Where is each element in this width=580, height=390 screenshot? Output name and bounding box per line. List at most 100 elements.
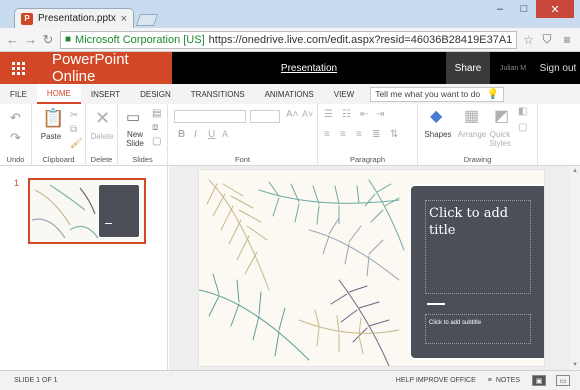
copy-icon[interactable]: ⧉ [70,124,77,135]
paste-icon[interactable]: 📋 [42,108,64,129]
italic-icon[interactable]: I [194,129,197,140]
reload-icon[interactable]: ↻ [42,32,54,48]
font-group-label: Font [234,155,250,164]
arrange-icon[interactable]: ▦ [464,106,479,126]
grow-font-icon[interactable]: A˄ [286,109,299,120]
powerpoint-icon: P [21,12,33,25]
font-color-icon[interactable]: A [222,129,228,139]
vertical-scrollbar[interactable]: ▲ ▼ [570,166,580,370]
cut-icon[interactable]: ✂ [70,110,78,121]
ribbon: ↶ ↷ Undo 📋 Paste ✂ ⧉ 🖌 Clipboard ✕ Delet… [0,104,580,166]
window-controls: – □ ✕ [488,0,574,18]
new-slide-icon[interactable]: ▭ [126,108,140,126]
align-center-icon[interactable]: ≡ [340,129,346,140]
tab-home[interactable]: HOME [36,84,81,104]
text-direction-icon[interactable]: ⇅ [390,129,398,140]
delete-icon[interactable]: ✕ [95,108,110,129]
bookmark-star-icon[interactable]: ☆ [523,33,534,47]
maximize-icon[interactable]: □ [512,0,536,18]
duplicate-icon[interactable]: ⧈ [152,122,158,133]
subtitle-placeholder[interactable]: Click to add subtitle [425,314,531,344]
minimize-icon[interactable]: – [488,0,512,18]
slide-thumbnail[interactable] [28,178,146,244]
new-slide-button[interactable]: New Slide [120,130,150,148]
lock-icon: ■ [65,34,72,45]
app-launcher-icon[interactable] [0,52,36,84]
font-group: A˄ A˅ B I U A Font [168,104,318,166]
normal-view-icon[interactable]: ▣ [532,375,546,386]
tab-insert[interactable]: INSERT [81,84,130,104]
format-painter-icon[interactable]: 🖌 [70,138,83,149]
help-improve-office-link[interactable]: HELP IMPROVE OFFICE [396,377,476,384]
numbering-icon[interactable]: ☷ [342,109,351,120]
share-button[interactable]: Share [446,52,490,84]
title-placeholder[interactable]: Click to add title [425,200,531,294]
slide-number: 1 [14,178,20,188]
url-input[interactable]: ■ Microsoft Corporation [US] https://one… [60,30,518,49]
browser-tab[interactable]: P Presentation.pptx - Micro × [14,8,134,28]
hide-slide-icon[interactable]: ▢ [152,136,161,147]
redo-icon[interactable]: ↷ [10,130,21,146]
new-tab-button[interactable] [135,14,159,26]
close-tab-icon[interactable]: × [121,13,127,25]
reading-view-icon[interactable]: ▭ [556,375,570,386]
close-window-icon[interactable]: ✕ [536,0,574,18]
paste-button[interactable]: Paste [36,132,66,141]
slide-count: SLIDE 1 OF 1 [14,377,58,384]
font-size-select[interactable] [250,110,280,123]
drawing-group-label: Drawing [463,155,492,164]
certificate-owner: Microsoft Corporation [US] [75,33,205,46]
title-panel: Click to add title Click to add subtitle [409,184,544,360]
user-name[interactable]: Julian M [490,65,536,72]
menu-icon[interactable]: ≡ [560,33,574,47]
shapes-button[interactable]: Shapes [420,130,456,139]
layout-icon[interactable]: ▤ [152,108,161,119]
font-family-select[interactable] [174,110,246,123]
app-name[interactable]: PowerPoint Online [36,51,172,85]
scroll-down-icon[interactable]: ▼ [572,362,578,368]
slides-group: ▭ New Slide ▤ ⧈ ▢ Slides [118,104,168,166]
tab-view[interactable]: VIEW [324,84,364,104]
document-name[interactable]: Presentation [172,63,446,74]
back-icon[interactable]: ← [6,32,19,47]
shape-fill-icon[interactable]: ◧ [518,106,527,117]
paragraph-group-label: Paragraph [349,155,386,164]
scroll-up-icon[interactable]: ▲ [572,168,578,174]
quick-styles-button[interactable]: Quick Styles [488,130,512,148]
notes-button[interactable]: NOTES [496,377,520,384]
thumbnail-title-panel [98,184,140,238]
office-header: PowerPoint Online Presentation Share Jul… [0,51,580,85]
decrease-indent-icon[interactable]: ⇤ [360,109,368,120]
undo-group: ↶ ↷ Undo [0,104,32,166]
tab-animations[interactable]: ANIMATIONS [255,84,324,104]
sign-out-link[interactable]: Sign out [536,63,580,74]
forward-icon[interactable]: → [24,32,37,47]
bullets-icon[interactable]: ☰ [324,109,333,120]
delete-group-label: Delete [90,155,113,164]
shield-icon[interactable]: ⛉ [540,32,554,47]
undo-icon[interactable]: ↶ [10,110,21,126]
quick-styles-icon[interactable]: ◩ [494,106,509,126]
tab-file[interactable]: FILE [0,84,37,104]
shapes-icon[interactable]: ◆ [430,106,442,126]
tell-me-search[interactable]: Tell me what you want to do 💡 [370,86,505,102]
shape-outline-icon[interactable]: ▢ [518,122,527,133]
increase-indent-icon[interactable]: ⇥ [376,109,384,120]
align-left-icon[interactable]: ≡ [324,129,330,140]
align-right-icon[interactable]: ≡ [356,129,362,140]
tab-transitions[interactable]: TRANSITIONS [181,84,255,104]
slides-group-label: Slides [132,155,153,164]
bold-icon[interactable]: B [178,129,185,140]
delete-button[interactable]: Delete [86,132,118,141]
slide-canvas: Click to add title Click to add subtitle… [169,166,580,370]
tab-title: Presentation.pptx - Micro [38,13,116,24]
tab-design[interactable]: DESIGN [130,84,181,104]
underline-icon[interactable]: U [208,129,215,140]
slide[interactable]: Click to add title Click to add subtitle [199,170,544,366]
shrink-font-icon[interactable]: A˅ [302,109,313,119]
notes-icon: ≡ [487,377,492,384]
justify-icon[interactable]: ≣ [372,129,380,140]
url-text: https://onedrive.live.com/edit.aspx?resi… [208,33,513,46]
status-bar: SLIDE 1 OF 1 HELP IMPROVE OFFICE ≡ NOTES… [0,370,580,390]
arrange-button[interactable]: Arrange [454,130,490,139]
